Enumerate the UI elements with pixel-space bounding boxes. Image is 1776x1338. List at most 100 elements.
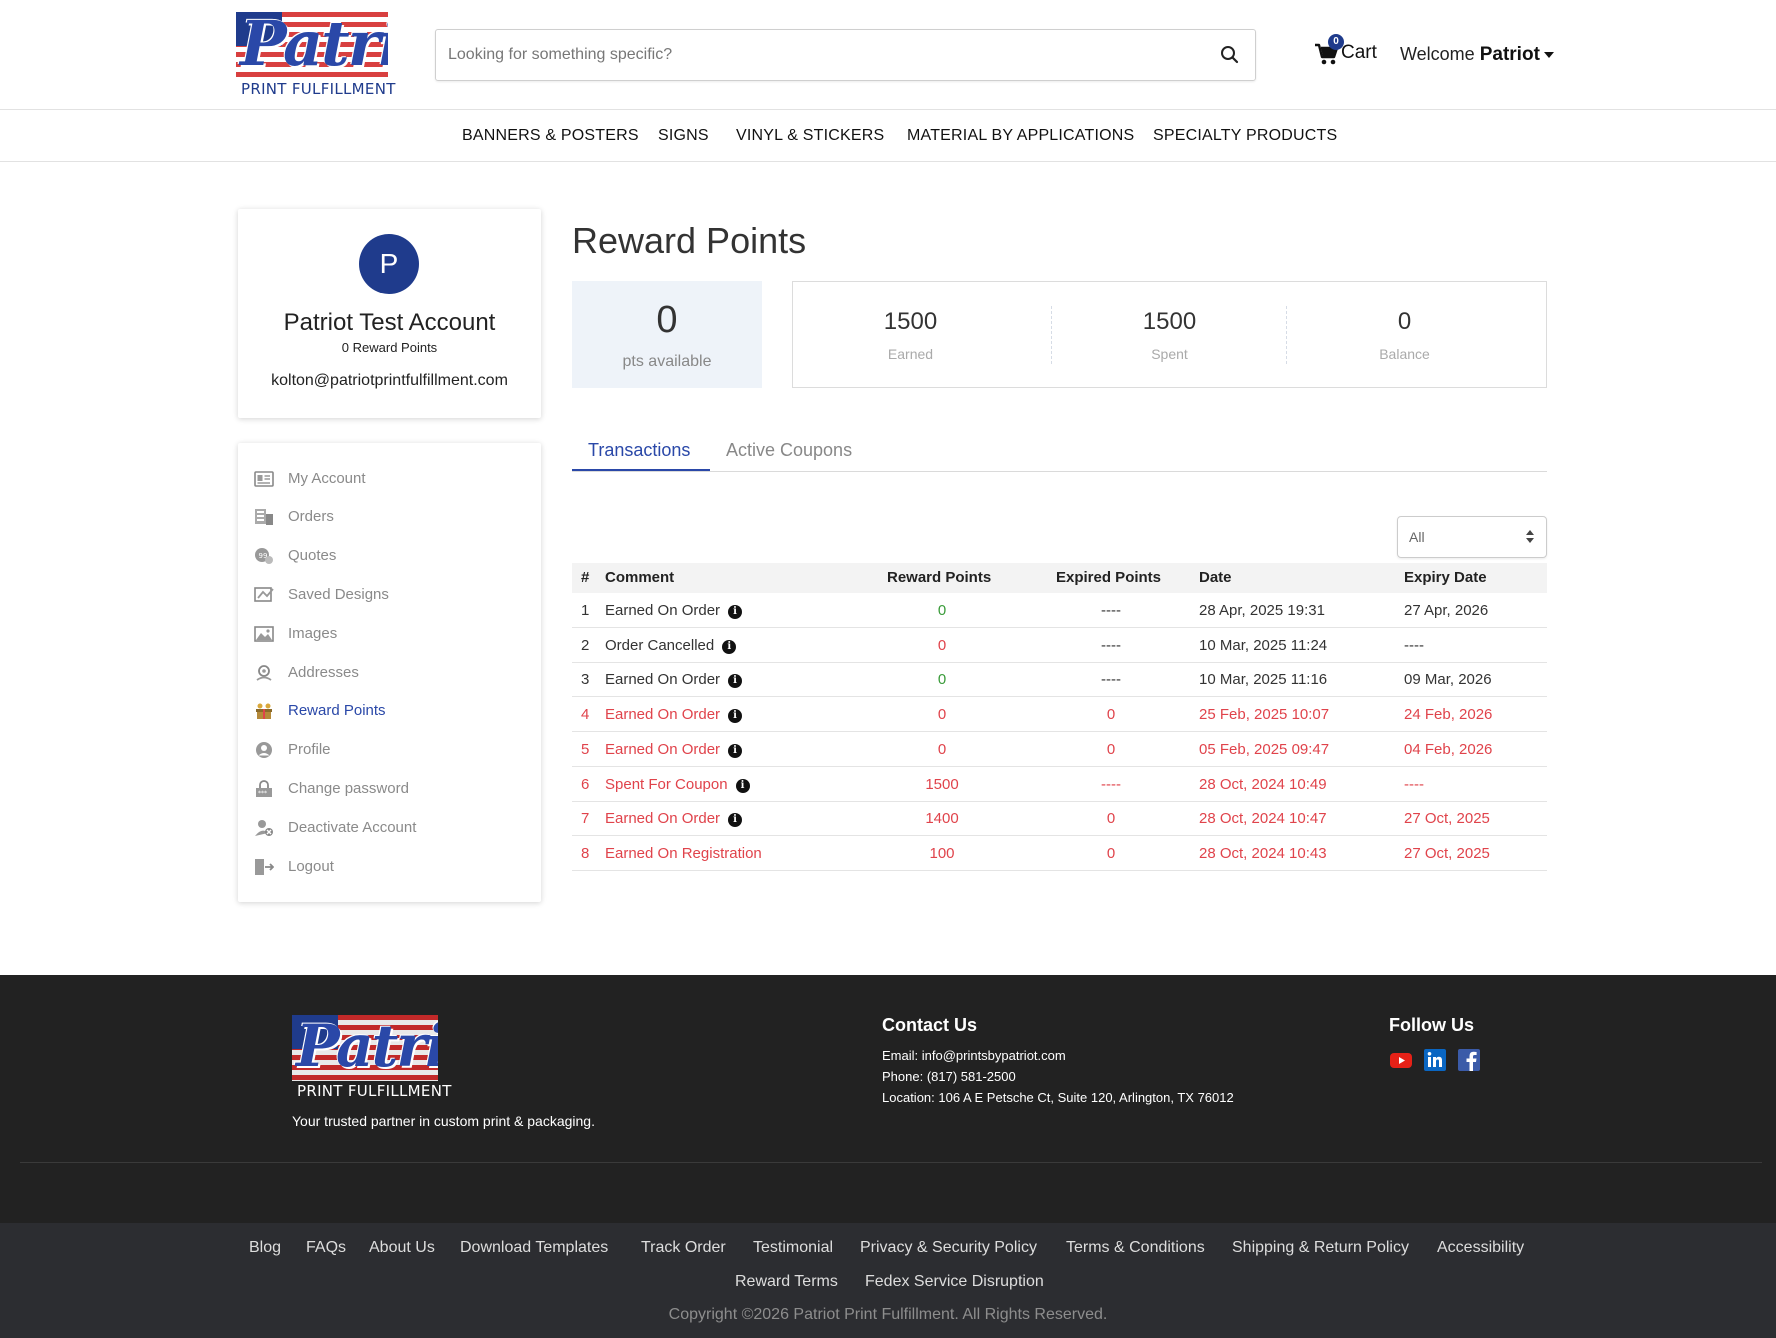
footer-link-track-order[interactable]: Track Order bbox=[641, 1239, 726, 1257]
site-header: Patriot PRINT FULFILLMENT 0 Cart Welcome… bbox=[0, 0, 1776, 110]
info-icon[interactable]: i bbox=[728, 674, 743, 689]
id-card-icon bbox=[254, 471, 274, 487]
cell-number: 7 bbox=[581, 810, 590, 828]
sidebar-item-quotes[interactable]: 99 Quotes bbox=[254, 544, 524, 570]
youtube-icon[interactable] bbox=[1389, 1048, 1413, 1072]
cell-comment-wrap: Spent For Coupon i bbox=[605, 776, 750, 793]
footer-link-privacy-security[interactable]: Privacy & Security Policy bbox=[860, 1239, 1037, 1257]
summary-value: 0 bbox=[1397, 308, 1412, 335]
col-comment: Comment bbox=[605, 569, 675, 586]
footer-link-reward-terms[interactable]: Reward Terms bbox=[735, 1273, 838, 1291]
transaction-filter-select[interactable]: All bbox=[1397, 516, 1547, 558]
account-sidebar: My Account Orders 99 Quotes Saved Design… bbox=[238, 443, 541, 902]
cell-comment-wrap: Earned On Order i bbox=[605, 706, 743, 724]
footer-link-fedex-disruption[interactable]: Fedex Service Disruption bbox=[865, 1273, 1044, 1291]
cell-number: 2 bbox=[581, 636, 590, 654]
nav-vinyl-stickers[interactable]: VINYL & STICKERS bbox=[736, 127, 884, 145]
col-reward-points: Reward Points bbox=[887, 569, 992, 586]
linkedin-icon[interactable] bbox=[1423, 1048, 1447, 1072]
cell-comment: Earned On Order bbox=[605, 671, 721, 689]
cell-comment: Spent For Coupon bbox=[605, 775, 728, 793]
tab-transactions[interactable]: Transactions bbox=[588, 440, 690, 461]
nav-signs[interactable]: SIGNS bbox=[658, 127, 709, 145]
sidebar-item-addresses[interactable]: Addresses bbox=[254, 661, 524, 687]
reward-icon bbox=[256, 703, 272, 719]
user-menu[interactable]: Welcome Patriot bbox=[1400, 44, 1554, 66]
search-bar bbox=[435, 29, 1256, 81]
points-available-panel: 0 pts available bbox=[572, 281, 762, 388]
contact-phone[interactable]: Phone: (817) 581-2500 bbox=[882, 1069, 1016, 1084]
cell-expiry-date: ---- bbox=[1404, 775, 1424, 793]
cell-date: 28 Apr, 2025 19:31 bbox=[1199, 602, 1325, 619]
summary-value: 1500 bbox=[1142, 308, 1197, 335]
footer-link-faqs[interactable]: FAQs bbox=[306, 1239, 346, 1257]
nav-specialty-products[interactable]: SPECIALTY PRODUCTS bbox=[1153, 127, 1337, 145]
profile-icon bbox=[256, 742, 272, 758]
footer-link-testimonial[interactable]: Testimonial bbox=[753, 1239, 833, 1257]
cell-expiry-date: ---- bbox=[1404, 636, 1424, 654]
footer-logo[interactable]: Patriot PRINT FULFILLMENT bbox=[292, 1015, 451, 1101]
summary-value: 1500 bbox=[883, 308, 938, 335]
info-icon[interactable]: i bbox=[735, 778, 750, 793]
sidebar-item-my-account[interactable]: My Account bbox=[254, 467, 524, 493]
sidebar-item-label: Logout bbox=[288, 858, 334, 875]
tab-active-coupons[interactable]: Active Coupons bbox=[726, 440, 852, 461]
cell-reward-points: 0 bbox=[937, 706, 947, 724]
sidebar-item-change-password[interactable]: *** Change password bbox=[254, 777, 524, 803]
table-row: 6 Spent For Coupon i 1500 ---- 28 Oct, 2024 1… bbox=[572, 767, 1547, 802]
cell-number: 3 bbox=[581, 671, 590, 689]
cell-reward-points: 100 bbox=[929, 844, 955, 862]
sidebar-item-label: Deactivate Account bbox=[288, 819, 417, 836]
nav-material-by-applications[interactable]: MATERIAL BY APPLICATIONS bbox=[907, 127, 1134, 145]
cell-comment-wrap: Earned On Order i bbox=[605, 741, 743, 758]
summary-spent: 1500 Spent bbox=[1052, 282, 1287, 387]
info-icon[interactable]: i bbox=[728, 743, 743, 758]
footer-link-accessibility[interactable]: Accessibility bbox=[1437, 1239, 1524, 1257]
cell-comment: Earned On Order bbox=[605, 810, 721, 828]
table-row: 3 Earned On Order i 0 ---- 10 Mar, 2025 11:16… bbox=[572, 662, 1547, 698]
deactivate-user-icon bbox=[255, 820, 273, 836]
info-icon[interactable]: i bbox=[722, 639, 737, 654]
cell-expired-points: ---- bbox=[1101, 671, 1121, 689]
page-title: Reward Points bbox=[572, 220, 807, 261]
images-icon bbox=[254, 626, 274, 642]
col-expiry-date: Expiry Date bbox=[1404, 569, 1487, 586]
site-logo[interactable]: Patriot PRINT FULFILLMENT bbox=[236, 12, 395, 102]
cell-expiry-date: 04 Feb, 2026 bbox=[1404, 740, 1493, 758]
table-row: 7 Earned On Order i 1400 0 28 Oct, 2024 10:47… bbox=[572, 801, 1547, 837]
cell-expiry-date: 27 Oct, 2025 bbox=[1404, 844, 1490, 862]
footer-link-shipping-return[interactable]: Shipping & Return Policy bbox=[1232, 1239, 1409, 1257]
info-icon[interactable]: i bbox=[728, 605, 743, 619]
info-icon[interactable]: i bbox=[728, 709, 743, 724]
table-header: # Comment Reward Points Expired Points D… bbox=[572, 563, 1547, 593]
sidebar-item-orders[interactable]: Orders bbox=[254, 505, 524, 531]
sidebar-item-deactivate-account[interactable]: Deactivate Account bbox=[254, 816, 524, 842]
footer-link-terms-conditions[interactable]: Terms & Conditions bbox=[1066, 1239, 1205, 1257]
cell-comment: Order Cancelled bbox=[605, 636, 715, 654]
search-icon[interactable] bbox=[1219, 44, 1241, 66]
facebook-icon[interactable] bbox=[1457, 1048, 1481, 1072]
info-icon[interactable]: i bbox=[728, 813, 743, 828]
logo-subtitle: PRINT FULFILLMENT bbox=[297, 1082, 452, 1100]
footer-link-download-templates[interactable]: Download Templates bbox=[460, 1239, 608, 1257]
welcome-prefix: Welcome bbox=[1400, 44, 1475, 64]
cell-expiry-date: 27 Oct, 2025 bbox=[1404, 810, 1490, 828]
profile-card: P Patriot Test Account 0 Reward Points k… bbox=[238, 209, 541, 418]
logo-flag: Patriot bbox=[236, 12, 388, 80]
sidebar-item-reward-points[interactable]: Reward Points bbox=[254, 699, 524, 725]
sidebar-item-saved-designs[interactable]: Saved Designs bbox=[254, 583, 524, 609]
sidebar-item-images[interactable]: Images bbox=[254, 622, 524, 648]
cell-comment: Earned On Order bbox=[605, 706, 721, 724]
search-input[interactable] bbox=[448, 30, 1198, 80]
sidebar-item-profile[interactable]: Profile bbox=[254, 738, 524, 764]
contact-email[interactable]: Email: info@printsbypatriot.com bbox=[882, 1048, 1066, 1063]
footer-divider bbox=[20, 1162, 1762, 1163]
nav-banners-posters[interactable]: BANNERS & POSTERS bbox=[462, 127, 639, 145]
sidebar-item-label: Saved Designs bbox=[288, 586, 389, 603]
cell-reward-points: 0 bbox=[937, 602, 947, 619]
cell-comment-wrap: Order Cancelled i bbox=[605, 636, 737, 654]
sidebar-item-logout[interactable]: Logout bbox=[254, 855, 524, 881]
footer-link-about-us[interactable]: About Us bbox=[369, 1239, 435, 1257]
footer-link-blog[interactable]: Blog bbox=[249, 1239, 281, 1257]
cell-comment: Earned On Order bbox=[605, 602, 721, 619]
